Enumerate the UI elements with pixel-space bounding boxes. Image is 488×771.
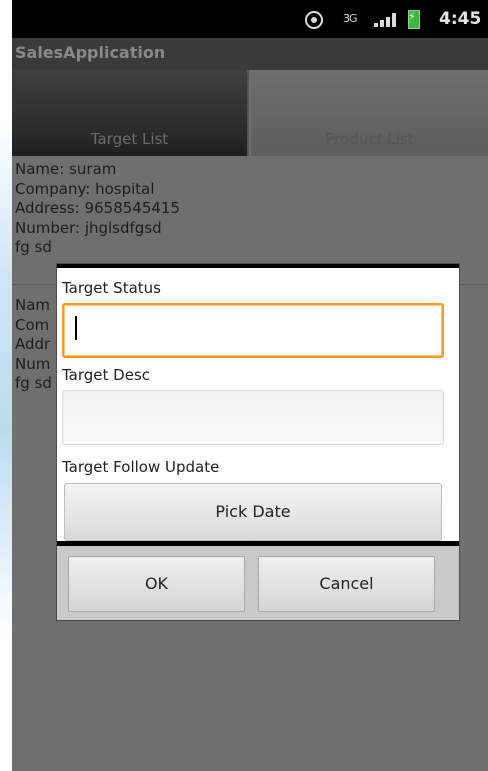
target-follow-update-label: Target Follow Update	[62, 458, 220, 476]
item-extra: fg sd	[15, 374, 52, 392]
item-extra: fg sd	[15, 238, 52, 256]
item-name: Nam	[15, 296, 51, 314]
app-title-bar: SalesApplication	[12, 38, 488, 70]
network-3g-icon: 3G	[343, 12, 357, 25]
pick-date-button[interactable]: Pick Date	[64, 483, 442, 541]
item-number: Number: jhglsdfgsd	[15, 218, 162, 237]
tab-label: Target List	[90, 130, 169, 148]
tab-product-list[interactable]: Product List	[251, 70, 488, 156]
item-company: Com	[15, 315, 50, 334]
dialog-body: Target Status Target Desc Target Follow …	[57, 264, 459, 546]
target-status-label: Target Status	[62, 279, 161, 297]
status-time: 4:45	[439, 9, 482, 29]
target-desc-input[interactable]	[62, 390, 444, 445]
item-address: Address: 9658545415	[15, 199, 180, 217]
item-number: Num	[15, 354, 51, 373]
item-name: Name: suram	[15, 160, 117, 178]
list-item[interactable]: Nam Com Addr Num fg sd	[15, 296, 52, 394]
ok-button[interactable]: OK	[68, 556, 245, 612]
status-bar: 3G 4:45	[12, 0, 488, 38]
battery-charging-icon	[408, 10, 420, 29]
app-title: SalesApplication	[15, 43, 166, 62]
tab-bar: Target List Product List	[12, 70, 488, 156]
target-update-dialog: Target Status Target Desc Target Follow …	[56, 263, 460, 621]
gps-icon	[305, 11, 323, 29]
target-status-input[interactable]	[62, 303, 444, 358]
target-desc-label: Target Desc	[62, 366, 151, 384]
tab-label: Product List	[325, 130, 414, 148]
item-address: Addr	[15, 335, 51, 353]
cancel-button[interactable]: Cancel	[258, 556, 435, 612]
tab-target-list[interactable]: Target List	[12, 70, 249, 156]
item-company: Company: hospital	[15, 179, 155, 198]
signal-icon	[374, 13, 396, 27]
device-screen: 3G 4:45 SalesApplication Target List Pro…	[12, 0, 488, 771]
screen: 3G 4:45 SalesApplication Target List Pro…	[0, 0, 488, 771]
list-item[interactable]: Name: suram Company: hospital Address: 9…	[15, 160, 180, 258]
text-cursor	[75, 316, 77, 340]
